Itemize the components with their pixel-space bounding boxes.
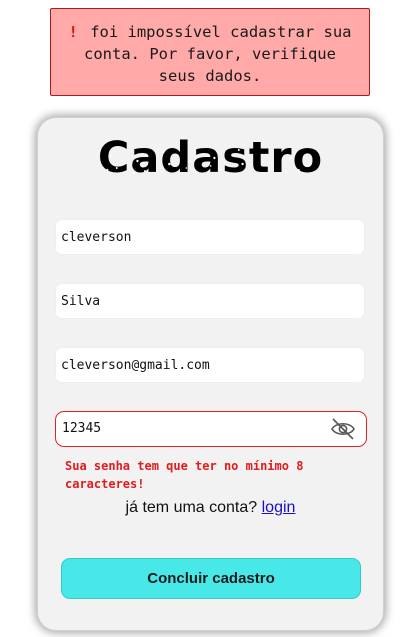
login-link[interactable]: login: [262, 499, 296, 516]
exclamation-icon: !: [68, 23, 78, 41]
first-name-input[interactable]: [55, 219, 365, 255]
login-prompt: já tem uma conta? login: [38, 499, 383, 517]
alert-message: foi impossível cadastrar sua conta. Por …: [84, 23, 352, 85]
last-name-input[interactable]: [55, 283, 365, 319]
submit-button[interactable]: Concluir cadastro: [61, 558, 361, 599]
password-error: Sua senha tem que ter no mínimo 8 caract…: [65, 459, 304, 491]
error-alert: ! foi impossível cadastrar sua conta. Po…: [50, 8, 370, 96]
title-text: Cadastro: [98, 128, 323, 188]
signup-card: Cadastro cleverson Silva cleverson@gmail…: [38, 118, 383, 630]
eye-slash-icon[interactable]: [330, 417, 356, 441]
page-title: Cadastro: [38, 128, 383, 188]
email-input[interactable]: [55, 347, 365, 383]
password-input[interactable]: [62, 412, 322, 445]
login-prompt-text: já tem uma conta?: [125, 499, 258, 516]
password-field: [55, 411, 367, 447]
